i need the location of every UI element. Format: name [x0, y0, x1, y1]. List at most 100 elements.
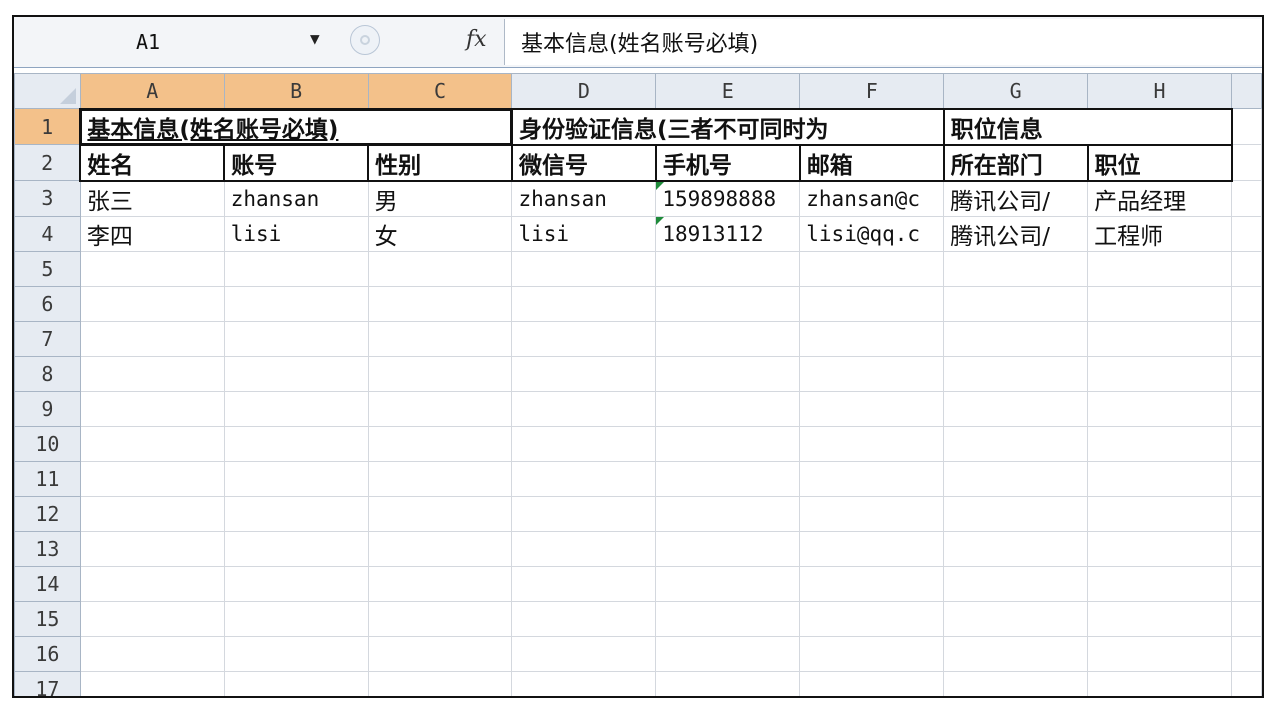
row-header-7[interactable]: 7 [14, 320, 81, 357]
col-header-a[interactable]: A [79, 73, 225, 109]
empty-cell[interactable] [655, 285, 801, 322]
name-box[interactable]: A1 ▼ [16, 27, 344, 57]
empty-cell[interactable] [943, 600, 1089, 637]
empty-cell[interactable] [223, 565, 369, 602]
row-header-3[interactable]: 3 [14, 180, 81, 217]
empty-cell[interactable] [1087, 250, 1232, 287]
empty-cell[interactable] [367, 250, 513, 287]
empty-cell[interactable] [1231, 250, 1262, 287]
cell-f4[interactable]: lisi@qq.c [799, 215, 945, 252]
empty-cell[interactable] [223, 320, 369, 357]
empty-cell[interactable] [79, 250, 225, 287]
empty-cell[interactable] [655, 390, 801, 427]
empty-cell[interactable] [943, 425, 1089, 462]
empty-cell[interactable] [367, 425, 513, 462]
empty-cell[interactable] [655, 530, 801, 567]
empty-cell[interactable] [943, 530, 1089, 567]
empty-cell[interactable] [1231, 635, 1262, 672]
empty-cell[interactable] [511, 250, 657, 287]
empty-cell[interactable] [367, 355, 513, 392]
empty-cell[interactable] [655, 460, 801, 497]
empty-cell[interactable] [223, 355, 369, 392]
empty-cell[interactable] [943, 670, 1089, 696]
empty-cell[interactable] [79, 530, 225, 567]
cell-a1-merged[interactable]: 基本信息(姓名账号必填) [79, 107, 513, 146]
empty-cell[interactable] [1087, 425, 1232, 462]
cell-d3[interactable]: zhansan [511, 180, 657, 217]
empty-cell[interactable] [79, 495, 225, 532]
empty-cell[interactable] [655, 425, 801, 462]
empty-cell[interactable] [79, 425, 225, 462]
empty-cell[interactable] [943, 495, 1089, 532]
empty-cell[interactable] [367, 460, 513, 497]
empty-cell[interactable] [511, 495, 657, 532]
empty-cell[interactable] [1087, 390, 1232, 427]
empty-cell[interactable] [1087, 565, 1232, 602]
empty-cell[interactable] [79, 600, 225, 637]
cell-c3[interactable]: 男 [367, 180, 513, 217]
empty-cell[interactable] [1231, 495, 1262, 532]
empty-cell[interactable] [367, 530, 513, 567]
cell-g3[interactable]: 腾讯公司/ [943, 180, 1089, 217]
empty-cell[interactable] [799, 250, 945, 287]
empty-cell[interactable] [511, 635, 657, 672]
empty-cell[interactable] [79, 285, 225, 322]
empty-cell[interactable] [655, 600, 801, 637]
empty-cell[interactable] [1087, 285, 1232, 322]
row-header-15[interactable]: 15 [14, 600, 81, 637]
cell-a3[interactable]: 张三 [79, 180, 225, 217]
empty-cell[interactable] [1087, 320, 1232, 357]
empty-cell[interactable] [943, 250, 1089, 287]
cell-b3[interactable]: zhansan [223, 180, 369, 217]
empty-cell[interactable] [1231, 565, 1262, 602]
empty-cell[interactable] [943, 635, 1089, 672]
empty-cell[interactable] [943, 285, 1089, 322]
col-header-g[interactable]: G [943, 73, 1089, 109]
cell-g4[interactable]: 腾讯公司/ [943, 215, 1089, 252]
empty-cell[interactable] [511, 565, 657, 602]
empty-cell[interactable] [1087, 530, 1232, 567]
empty-cell[interactable] [511, 355, 657, 392]
cell-i3[interactable] [1231, 180, 1262, 217]
empty-cell[interactable] [1087, 635, 1232, 672]
cell-d4[interactable]: lisi [511, 215, 657, 252]
select-all-corner[interactable] [14, 73, 81, 109]
empty-cell[interactable] [1087, 670, 1232, 696]
empty-cell[interactable] [367, 635, 513, 672]
row-header-6[interactable]: 6 [14, 285, 81, 322]
cell-h3[interactable]: 产品经理 [1087, 180, 1232, 217]
empty-cell[interactable] [511, 285, 657, 322]
empty-cell[interactable] [511, 460, 657, 497]
empty-cell[interactable] [799, 565, 945, 602]
empty-cell[interactable] [223, 460, 369, 497]
empty-cell[interactable] [1231, 670, 1262, 696]
col-header-d[interactable]: D [511, 73, 657, 109]
row-header-12[interactable]: 12 [14, 495, 81, 532]
empty-cell[interactable] [799, 320, 945, 357]
row-header-17[interactable]: 17 [14, 670, 81, 696]
row-header-8[interactable]: 8 [14, 355, 81, 392]
empty-cell[interactable] [943, 355, 1089, 392]
empty-cell[interactable] [79, 390, 225, 427]
empty-cell[interactable] [1231, 285, 1262, 322]
row-header-14[interactable]: 14 [14, 565, 81, 602]
empty-cell[interactable] [79, 670, 225, 696]
empty-cell[interactable] [655, 320, 801, 357]
col-header-b[interactable]: B [223, 73, 369, 109]
empty-cell[interactable] [655, 355, 801, 392]
empty-cell[interactable] [799, 670, 945, 696]
empty-cell[interactable] [367, 495, 513, 532]
empty-cell[interactable] [1231, 320, 1262, 357]
empty-cell[interactable] [799, 285, 945, 322]
empty-cell[interactable] [1231, 355, 1262, 392]
empty-cell[interactable] [79, 355, 225, 392]
empty-cell[interactable] [367, 565, 513, 602]
empty-cell[interactable] [1231, 390, 1262, 427]
empty-cell[interactable] [367, 670, 513, 696]
row-header-9[interactable]: 9 [14, 390, 81, 427]
row-header-13[interactable]: 13 [14, 530, 81, 567]
empty-cell[interactable] [511, 320, 657, 357]
empty-cell[interactable] [223, 495, 369, 532]
empty-cell[interactable] [1231, 600, 1262, 637]
empty-cell[interactable] [943, 390, 1089, 427]
